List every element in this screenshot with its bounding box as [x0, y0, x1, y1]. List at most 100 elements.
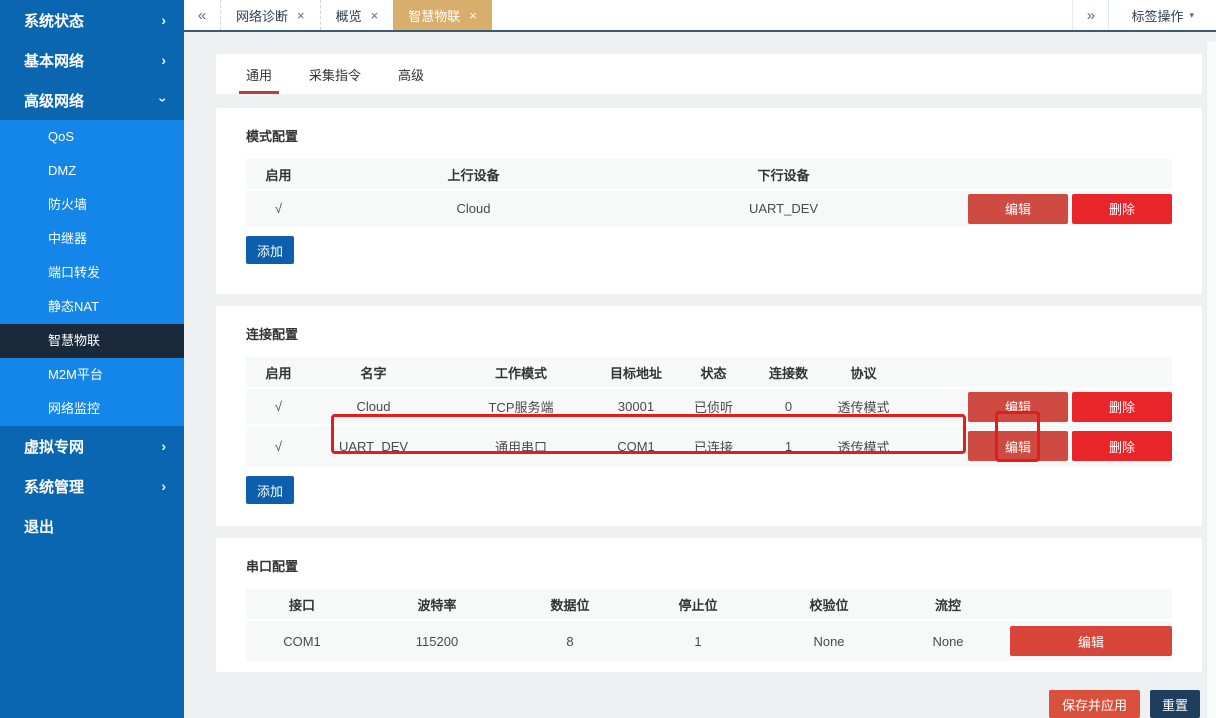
serial-config-section: 串口配置 接口 波特率 数据位 停止位 校验位 流控 COM1 115200 8 — [216, 538, 1202, 672]
mode-config-section: 模式配置 启用 上行设备 下行设备 √ Cloud UART_DEV 编辑 删除 — [216, 108, 1202, 294]
cell-interface: COM1 — [246, 634, 358, 649]
sidebar-item-logout[interactable]: 退出 — [0, 506, 184, 546]
sidebar-item-network-monitor[interactable]: 网络监控 — [0, 392, 184, 426]
sidebar-submenu: QoS DMZ 防火墙 中继器 端口转发 静态NAT 智慧物联 M2M平台 网络… — [0, 120, 184, 426]
sidebar-item-smart-iot[interactable]: 智慧物联 — [0, 324, 184, 358]
chevron-right-icon: › — [161, 13, 166, 27]
connection-config-section: 连接配置 启用 名字 工作模式 目标地址 状态 连接数 协议 √ Cloud — [216, 306, 1202, 526]
cell-connections: 1 — [761, 439, 816, 454]
sidebar-item-advanced-network[interactable]: 高级网络 › — [0, 80, 184, 120]
sidebar-item-basic-network[interactable]: 基本网络 › — [0, 40, 184, 80]
tab-general[interactable]: 通用 — [246, 54, 272, 94]
content-tab-strip: 通用 采集指令 高级 — [216, 54, 1202, 94]
close-icon[interactable]: × — [297, 8, 305, 23]
cell-baud-rate: 115200 — [358, 634, 516, 649]
cell-name: UART_DEV — [311, 439, 436, 454]
cell-connections: 0 — [761, 399, 816, 414]
close-icon[interactable]: × — [469, 8, 477, 23]
reset-button[interactable]: 重置 — [1150, 690, 1200, 718]
serial-config-table: 接口 波特率 数据位 停止位 校验位 流控 COM1 115200 8 1 No… — [246, 589, 1172, 661]
table-row-cloud: √ Cloud TCP服务端 30001 已侦听 0 透传模式 编辑 删除 — [246, 387, 1172, 424]
sidebar-item-dmz[interactable]: DMZ — [0, 154, 184, 188]
edit-button[interactable]: 编辑 — [968, 431, 1068, 461]
cell-stop-bits: 1 — [624, 634, 772, 649]
delete-button[interactable]: 删除 — [1072, 392, 1172, 422]
cell-enabled-check: √ — [246, 439, 311, 454]
cell-status: 已侦听 — [666, 397, 761, 416]
chevron-right-icon: › — [161, 479, 166, 493]
content-area: 通用 采集指令 高级 模式配置 启用 上行设备 下行设备 √ Cloud UAR — [184, 32, 1216, 718]
header-enabled: 启用 — [246, 165, 311, 184]
main-area: « 网络诊断 × 概览 × 智慧物联 × » 标签操作 ▾ — [184, 0, 1216, 718]
sidebar-item-label: 基本网络 — [24, 50, 84, 71]
cell-work-mode: 通用串口 — [436, 437, 606, 456]
sidebar-item-m2m-platform[interactable]: M2M平台 — [0, 358, 184, 392]
chevron-right-icon: › — [161, 439, 166, 453]
tab-actions-dropdown[interactable]: 标签操作 ▾ — [1108, 0, 1216, 30]
expand-tabs-icon[interactable]: » — [1072, 0, 1108, 30]
section-title: 连接配置 — [246, 320, 1172, 357]
chevron-right-icon: › — [161, 53, 166, 67]
app-window: 系统状态 › 基本网络 › 高级网络 › QoS DMZ 防火墙 中继器 端口转… — [0, 0, 1216, 718]
tab-actions-label: 标签操作 — [1131, 6, 1183, 25]
edit-button[interactable]: 编辑 — [968, 392, 1068, 422]
connection-config-table: 启用 名字 工作模式 目标地址 状态 连接数 协议 √ Cloud TCP服务端… — [246, 357, 1172, 466]
cell-flow-control: None — [886, 634, 1010, 649]
header-downlink-device: 下行设备 — [636, 165, 931, 184]
sidebar-item-repeater[interactable]: 中继器 — [0, 222, 184, 256]
cell-name: Cloud — [311, 399, 436, 414]
mode-config-table: 启用 上行设备 下行设备 √ Cloud UART_DEV 编辑 删除 — [246, 159, 1172, 226]
header-name: 名字 — [311, 363, 436, 382]
delete-button[interactable]: 删除 — [1072, 194, 1172, 224]
tab-collect-command[interactable]: 采集指令 — [309, 54, 361, 94]
table-row: COM1 115200 8 1 None None 编辑 — [246, 619, 1172, 661]
row-actions: 编辑 删除 — [968, 194, 1172, 224]
edit-button[interactable]: 编辑 — [1010, 626, 1172, 656]
add-button[interactable]: 添加 — [246, 476, 294, 504]
sidebar-item-label: 高级网络 — [24, 90, 84, 111]
tab-label: 网络诊断 — [236, 6, 288, 25]
sidebar-item-qos[interactable]: QoS — [0, 120, 184, 154]
sidebar-item-label: 系统状态 — [24, 10, 84, 31]
cell-protocol: 透传模式 — [816, 397, 911, 416]
collapse-tabs-icon[interactable]: « — [184, 0, 220, 30]
row-actions: 编辑 删除 — [968, 392, 1172, 422]
cell-enabled-check: √ — [246, 399, 311, 414]
header-work-mode: 工作模式 — [436, 363, 606, 382]
sidebar-item-system-status[interactable]: 系统状态 › — [0, 0, 184, 40]
header-flow-control: 流控 — [886, 595, 1010, 614]
tab-advanced[interactable]: 高级 — [398, 54, 424, 94]
header-status: 状态 — [666, 363, 761, 382]
cell-protocol: 透传模式 — [816, 437, 911, 456]
header-target-address: 目标地址 — [606, 363, 666, 382]
delete-button[interactable]: 删除 — [1072, 431, 1172, 461]
chevron-down-icon: › — [157, 98, 171, 103]
edit-button[interactable]: 编辑 — [968, 194, 1068, 224]
header-parity: 校验位 — [772, 595, 886, 614]
header-protocol: 协议 — [816, 363, 911, 382]
sidebar-item-firewall[interactable]: 防火墙 — [0, 188, 184, 222]
header-stop-bits: 停止位 — [624, 595, 772, 614]
cell-parity: None — [772, 634, 886, 649]
cell-status: 已连接 — [666, 437, 761, 456]
cell-uplink-device: Cloud — [311, 201, 636, 216]
sidebar-item-vpn[interactable]: 虚拟专网 › — [0, 426, 184, 466]
save-apply-button[interactable]: 保存并应用 — [1049, 690, 1140, 718]
table-header-row: 启用 名字 工作模式 目标地址 状态 连接数 协议 — [246, 357, 1172, 387]
sidebar-item-port-forwarding[interactable]: 端口转发 — [0, 256, 184, 290]
vertical-scrollbar[interactable] — [1206, 42, 1216, 718]
add-button[interactable]: 添加 — [246, 236, 294, 264]
sidebar-item-label: 虚拟专网 — [24, 436, 84, 457]
header-uplink-device: 上行设备 — [311, 165, 636, 184]
sidebar-item-system-management[interactable]: 系统管理 › — [0, 466, 184, 506]
close-icon[interactable]: × — [371, 8, 379, 23]
tab-network-diagnosis[interactable]: 网络诊断 × — [220, 0, 320, 30]
header-enabled: 启用 — [246, 363, 311, 382]
tab-label: 智慧物联 — [408, 6, 460, 25]
tab-smart-iot[interactable]: 智慧物联 × — [393, 0, 492, 30]
row-actions: 编辑 — [1010, 626, 1172, 656]
sidebar-item-static-nat[interactable]: 静态NAT — [0, 290, 184, 324]
table-row: √ Cloud UART_DEV 编辑 删除 — [246, 189, 1172, 226]
sidebar: 系统状态 › 基本网络 › 高级网络 › QoS DMZ 防火墙 中继器 端口转… — [0, 0, 184, 718]
tab-overview[interactable]: 概览 × — [320, 0, 394, 30]
